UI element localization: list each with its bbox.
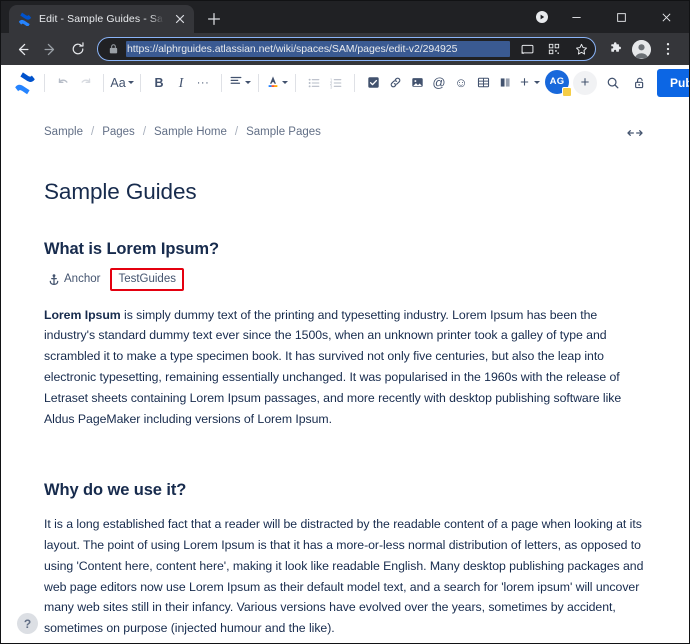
tab-close-icon[interactable]: [172, 11, 188, 27]
chevron-down-icon: [245, 81, 251, 84]
document-content: Sample / Pages / Sample Home / Sample Pa…: [1, 101, 689, 639]
url-input[interactable]: https://alphrguides.atlassian.net/wiki/s…: [126, 41, 510, 57]
anchor-row: Anchor TestGuides: [44, 268, 645, 291]
site-lock-icon[interactable]: [107, 43, 119, 56]
emoji-button[interactable]: ☺: [450, 70, 472, 96]
browser-window: Edit - Sample Guides - Sample -: [0, 0, 690, 644]
bookmark-star-icon[interactable]: [571, 39, 591, 59]
mention-label: @: [432, 75, 446, 90]
anchor-icon: [48, 273, 60, 286]
chevron-down-icon: [127, 81, 134, 84]
emoji-label: ☺: [454, 75, 468, 90]
bold-button[interactable]: B: [148, 70, 170, 96]
numbered-list-icon[interactable]: 123: [325, 70, 347, 96]
confluence-editor-toolbar: Aa B I ··· 1 2 3 @ ☺ + AG + Pu: [1, 65, 689, 101]
paragraph-rest: is simply dummy text of the printing and…: [44, 307, 622, 426]
italic-label: I: [178, 74, 184, 90]
anchor-value-testguides[interactable]: TestGuides: [110, 268, 184, 291]
window-controls: [554, 1, 689, 33]
extensions-puzzle-icon[interactable]: [604, 37, 628, 61]
text-color-dropdown[interactable]: [266, 70, 288, 96]
task-checkbox-icon[interactable]: [362, 70, 384, 96]
collaborator-avatar[interactable]: AG: [545, 69, 572, 97]
svg-text:3: 3: [330, 84, 333, 89]
breadcrumb-item-sample-home[interactable]: Sample Home: [154, 126, 227, 138]
window-maximize-button[interactable]: [599, 1, 644, 33]
mention-button[interactable]: @: [428, 70, 450, 96]
table-icon[interactable]: [472, 70, 494, 96]
breadcrumb-item-pages[interactable]: Pages: [102, 126, 135, 138]
page-viewport: Aa B I ··· 1 2 3 @ ☺ + AG + Pu Sample / …: [1, 65, 689, 643]
text-align-icon: [229, 74, 243, 91]
page-title[interactable]: Sample Guides: [44, 179, 645, 205]
reload-icon[interactable]: [65, 36, 91, 62]
add-collaborator-label: +: [580, 74, 590, 91]
address-bar[interactable]: https://alphrguides.atlassian.net/wiki/s…: [97, 37, 596, 61]
insert-dropdown[interactable]: +: [519, 70, 541, 96]
confluence-favicon: [18, 12, 32, 27]
toolbar-divider: [354, 73, 355, 92]
breadcrumb-separator: /: [91, 126, 95, 138]
toolbar-divider: [258, 73, 259, 92]
new-tab-button[interactable]: [201, 6, 227, 32]
anchor-label: Anchor: [64, 273, 101, 286]
paragraph-why-do-we-use-it[interactable]: It is a long established fact that a rea…: [44, 514, 645, 639]
browser-tab[interactable]: Edit - Sample Guides - Sample -: [9, 5, 194, 33]
qr-code-icon[interactable]: [544, 39, 564, 59]
add-collaborator-button[interactable]: +: [573, 70, 597, 95]
breadcrumb-item-sample-pages[interactable]: Sample Pages: [246, 126, 321, 138]
chevron-down-icon: [282, 81, 288, 84]
bullet-list-icon[interactable]: [303, 70, 325, 96]
insert-label: +: [520, 74, 529, 91]
profile-avatar[interactable]: [632, 39, 651, 59]
unlock-icon[interactable]: [629, 70, 651, 96]
back-arrow-icon[interactable]: [9, 36, 35, 62]
browser-tab-title: Edit - Sample Guides - Sample -: [39, 13, 165, 25]
toolbar-divider: [295, 73, 296, 92]
window-minimize-button[interactable]: [554, 1, 599, 33]
avatar-status-badge: [562, 86, 572, 97]
more-formatting-button[interactable]: ···: [192, 70, 214, 96]
bold-label: B: [154, 75, 164, 90]
window-close-button[interactable]: [644, 1, 689, 33]
breadcrumb-separator: /: [142, 126, 147, 138]
browser-toolbar: https://alphrguides.atlassian.net/wiki/s…: [1, 33, 689, 65]
section-heading-what-is-lorem-ipsum[interactable]: What is Lorem Ipsum?: [44, 240, 645, 259]
breadcrumb-item-sample[interactable]: Sample: [44, 126, 83, 138]
text-color-icon: [266, 74, 280, 92]
cast-icon[interactable]: [517, 39, 537, 59]
publish-button[interactable]: Publish: [657, 68, 689, 97]
chevron-down-icon: [533, 81, 540, 84]
toolbar-divider: [44, 73, 45, 92]
image-icon[interactable]: [406, 70, 428, 96]
browser-title-bar: Edit - Sample Guides - Sample -: [1, 1, 689, 33]
search-icon[interactable]: [602, 70, 624, 96]
italic-button[interactable]: I: [170, 70, 192, 96]
toolbar-divider: [103, 73, 104, 92]
forward-arrow-icon[interactable]: [37, 36, 63, 62]
breadcrumb-separator: /: [234, 126, 239, 138]
layout-columns-icon[interactable]: [494, 70, 516, 96]
anchor-macro[interactable]: Anchor: [44, 271, 104, 288]
chrome-menu-icon[interactable]: [655, 36, 681, 62]
expand-width-icon[interactable]: [625, 125, 645, 141]
toolbar-divider: [221, 73, 222, 92]
section-heading-why-do-we-use-it[interactable]: Why do we use it?: [44, 481, 645, 500]
paragraph-what-is-lorem-ipsum[interactable]: Lorem Ipsum is simply dummy text of the …: [44, 305, 645, 430]
breadcrumb: Sample / Pages / Sample Home / Sample Pa…: [44, 123, 645, 141]
confluence-logo[interactable]: [13, 71, 37, 95]
redo-button[interactable]: [74, 70, 96, 96]
link-icon[interactable]: [384, 70, 406, 96]
undo-button[interactable]: [52, 70, 74, 96]
more-formatting-label: ···: [196, 76, 210, 89]
media-control-icon[interactable]: [533, 8, 551, 26]
text-align-dropdown[interactable]: [229, 70, 251, 96]
text-style-label: Aa: [110, 75, 126, 90]
toolbar-divider: [140, 73, 141, 92]
paragraph-lead-bold: Lorem Ipsum: [44, 307, 121, 322]
text-style-dropdown[interactable]: Aa: [110, 70, 134, 96]
help-button[interactable]: ?: [17, 613, 38, 634]
